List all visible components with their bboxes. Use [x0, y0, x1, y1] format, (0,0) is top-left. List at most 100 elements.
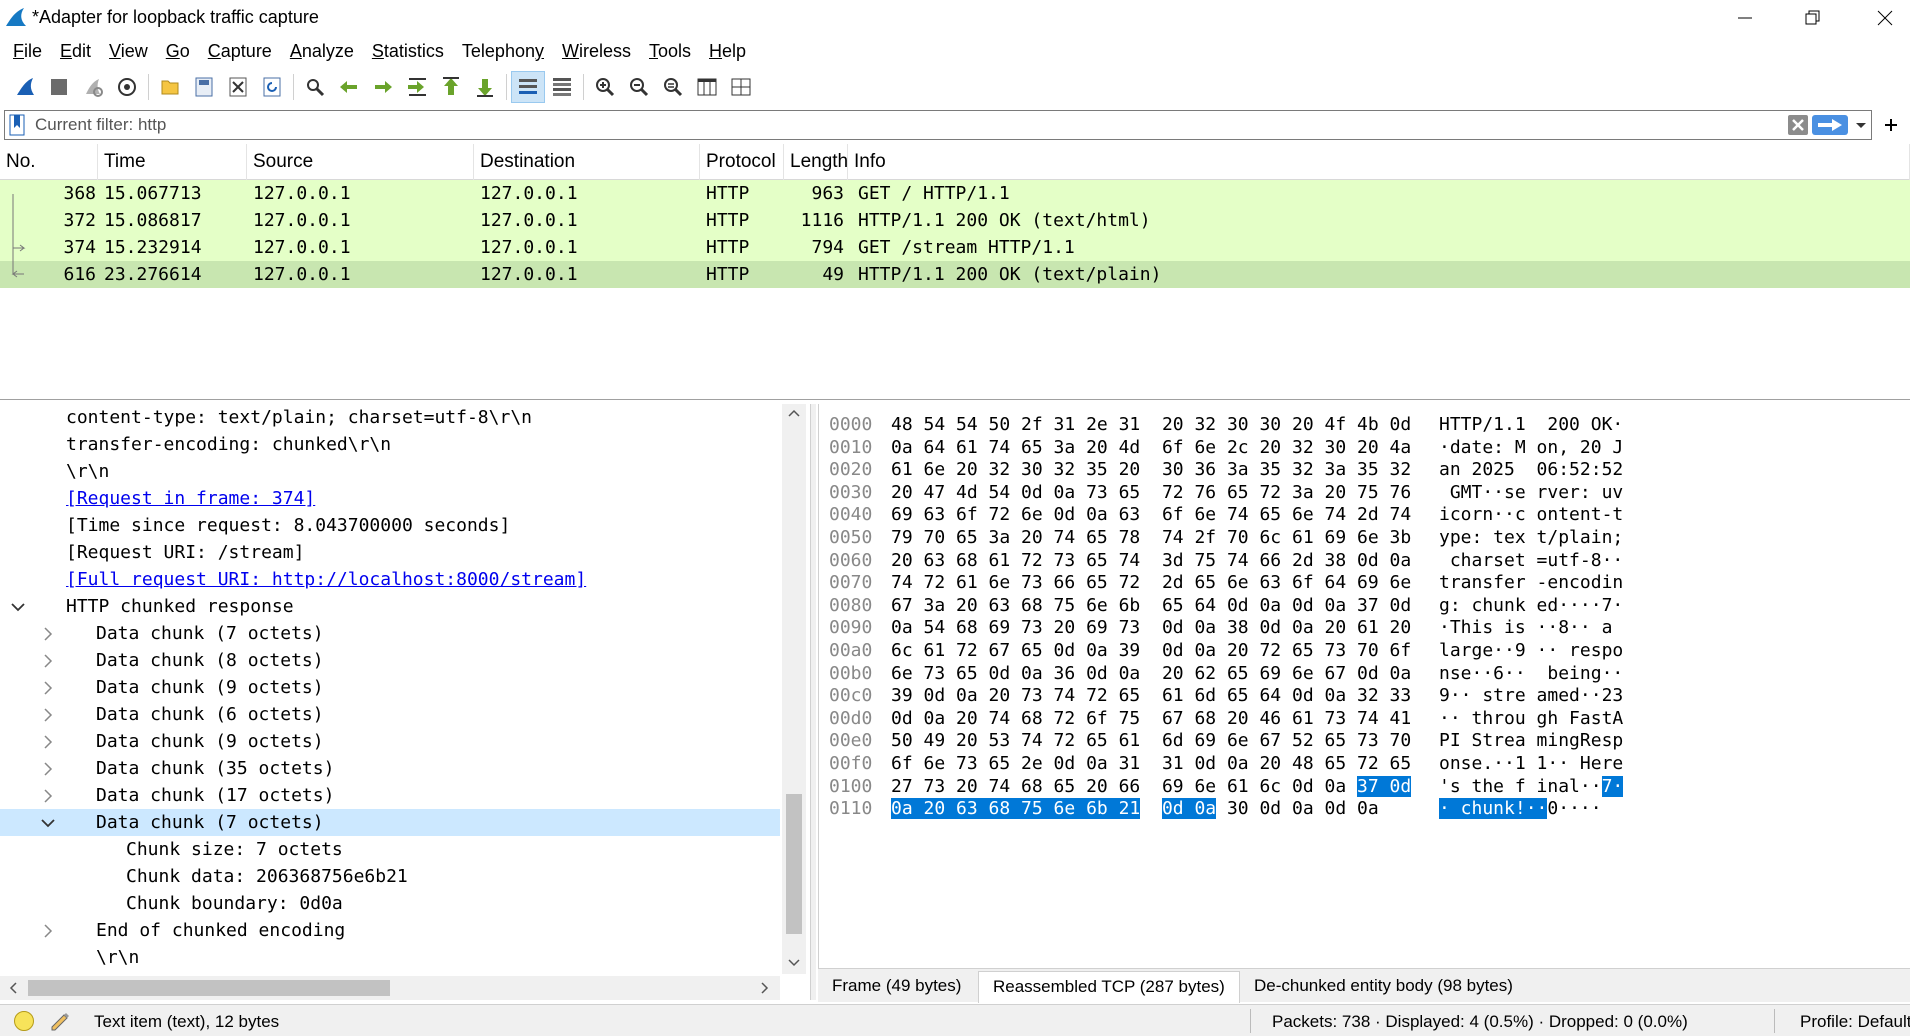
- menu-tools[interactable]: Tools: [640, 37, 700, 65]
- find-packet-button[interactable]: [298, 71, 332, 103]
- menu-go[interactable]: Go: [157, 37, 199, 65]
- tree-node[interactable]: Data chunk (35 octets): [0, 755, 780, 782]
- capture-options-button[interactable]: [110, 71, 144, 103]
- colorize-button[interactable]: [545, 71, 579, 103]
- packet-row[interactable]: 374 15.232914 127.0.0.1 127.0.0.1 HTTP 794 GET…: [0, 234, 1910, 261]
- menu-view[interactable]: View: [100, 37, 157, 65]
- column-header[interactable]: Length: [784, 144, 848, 180]
- go-forward-button[interactable]: [366, 71, 400, 103]
- save-file-button[interactable]: [187, 71, 221, 103]
- tree-node[interactable]: Data chunk (9 octets): [0, 728, 780, 755]
- byte-row[interactable]: 0110 0a 20 63 68 75 6e 6b 21 0d 0a 30 0d …: [819, 798, 1899, 820]
- resize-columns-button[interactable]: [690, 71, 724, 103]
- restore-button[interactable]: [1778, 0, 1848, 36]
- byte-row[interactable]: 0070 74 72 61 6e 73 66 65 72 2d 65 6e 63 …: [819, 572, 1899, 594]
- bookmark-icon[interactable]: [8, 114, 26, 136]
- chevron-right-icon[interactable]: [40, 755, 56, 782]
- display-filter-input[interactable]: [35, 111, 1765, 139]
- reload-file-button[interactable]: [255, 71, 289, 103]
- column-header[interactable]: Destination: [474, 144, 700, 180]
- zoom-in-button[interactable]: [588, 71, 622, 103]
- tree-node[interactable]: Data chunk (8 octets): [0, 647, 780, 674]
- menu-analyze[interactable]: Analyze: [281, 37, 363, 65]
- tree-node[interactable]: HTTP chunked response: [0, 593, 780, 620]
- chevron-right-icon[interactable]: [40, 620, 56, 647]
- tree-field[interactable]: Chunk boundary: 0d0a: [0, 890, 780, 917]
- byte-row[interactable]: 0010 0a 64 61 74 65 3a 20 4d 6f 6e 2c 20 …: [819, 437, 1899, 459]
- tree-node[interactable]: Data chunk (6 octets): [0, 701, 780, 728]
- menu-help[interactable]: Help: [700, 37, 755, 65]
- byte-row[interactable]: 00e0 50 49 20 53 74 72 65 61 6d 69 6e 67 …: [819, 730, 1899, 752]
- zoom-out-button[interactable]: [622, 71, 656, 103]
- stop-capture-button[interactable]: [42, 71, 76, 103]
- bytes-tab[interactable]: Frame (49 bytes): [818, 971, 975, 1003]
- bytes-tab[interactable]: De-chunked entity body (98 bytes): [1240, 971, 1527, 1003]
- tree-field[interactable]: [Full request URI: http://localhost:8000…: [0, 566, 780, 593]
- start-capture-button[interactable]: [8, 71, 42, 103]
- byte-row[interactable]: 0080 67 3a 20 63 68 75 6e 6b 65 64 0d 0a …: [819, 595, 1899, 617]
- chevron-right-icon[interactable]: [40, 917, 56, 944]
- column-header[interactable]: No.: [0, 144, 98, 180]
- clear-filter-icon[interactable]: [1788, 115, 1808, 135]
- byte-row[interactable]: 0100 27 73 20 74 68 65 20 66 69 6e 61 6c …: [819, 775, 1899, 798]
- byte-row[interactable]: 0060 20 63 68 61 72 73 65 74 3d 75 74 66 …: [819, 550, 1899, 572]
- apply-filter-icon[interactable]: [1812, 115, 1848, 135]
- tree-field[interactable]: [Time since request: 8.043700000 seconds…: [0, 512, 780, 539]
- close-file-button[interactable]: [221, 71, 255, 103]
- column-header[interactable]: Time: [98, 144, 247, 180]
- column-header[interactable]: Protocol: [700, 144, 784, 180]
- go-to-packet-button[interactable]: [400, 71, 434, 103]
- chevron-down-icon[interactable]: [788, 958, 800, 968]
- byte-row[interactable]: 00f0 6f 6e 73 65 2e 0d 0a 31 31 0d 0a 20 …: [819, 753, 1899, 775]
- tree-field[interactable]: \r\n: [0, 458, 780, 485]
- bytes-tab[interactable]: Reassembled TCP (287 bytes): [978, 971, 1240, 1003]
- chevron-right-icon[interactable]: [760, 982, 770, 994]
- byte-row[interactable]: 0030 20 47 4d 54 0d 0a 73 65 72 76 65 72 …: [819, 482, 1899, 504]
- tree-link[interactable]: [Request in frame: 374]: [66, 485, 315, 512]
- menu-edit[interactable]: Edit: [51, 37, 100, 65]
- details-horizontal-scrollbar[interactable]: [0, 976, 780, 1000]
- chevron-right-icon[interactable]: [40, 674, 56, 701]
- chevron-right-icon[interactable]: [40, 782, 56, 809]
- byte-row[interactable]: 00a0 6c 61 72 67 65 0d 0a 39 0d 0a 20 72 …: [819, 640, 1899, 662]
- tree-link[interactable]: [Full request URI: http://localhost:8000…: [66, 566, 586, 593]
- tree-field[interactable]: \r\n: [0, 944, 780, 971]
- tree-field[interactable]: content-type: text/plain; charset=utf-8\…: [0, 404, 780, 431]
- menu-wireless[interactable]: Wireless: [553, 37, 640, 65]
- layout-button[interactable]: [724, 71, 758, 103]
- chevron-left-icon[interactable]: [8, 982, 18, 994]
- byte-row[interactable]: 00c0 39 0d 0a 20 73 74 72 65 61 6d 65 64 …: [819, 685, 1899, 707]
- profile-label[interactable]: Profile: Default: [1800, 1012, 1910, 1032]
- scrollbar-thumb[interactable]: [28, 980, 390, 996]
- go-last-packet-button[interactable]: [468, 71, 502, 103]
- chevron-up-icon[interactable]: [788, 408, 800, 418]
- byte-row[interactable]: 0020 61 6e 20 32 30 32 35 20 30 36 3a 35 …: [819, 459, 1899, 481]
- column-header[interactable]: Source: [247, 144, 474, 180]
- go-back-button[interactable]: [332, 71, 366, 103]
- chevron-right-icon[interactable]: [40, 728, 56, 755]
- chevron-right-icon[interactable]: [40, 701, 56, 728]
- byte-row[interactable]: 00d0 0d 0a 20 74 68 72 6f 75 67 68 20 46 …: [819, 708, 1899, 730]
- packet-row[interactable]: 368 15.067713 127.0.0.1 127.0.0.1 HTTP 963 GET…: [0, 180, 1910, 207]
- pane-splitter[interactable]: [810, 404, 816, 1000]
- go-first-packet-button[interactable]: [434, 71, 468, 103]
- add-filter-button[interactable]: [1876, 110, 1906, 140]
- menu-statistics[interactable]: Statistics: [363, 37, 453, 65]
- open-file-button[interactable]: [153, 71, 187, 103]
- tree-field[interactable]: transfer-encoding: chunked\r\n: [0, 431, 780, 458]
- close-button[interactable]: [1850, 0, 1910, 36]
- chevron-down-icon[interactable]: [40, 809, 56, 836]
- packet-row[interactable]: 372 15.086817 127.0.0.1 127.0.0.1 HTTP 1116 HT…: [0, 207, 1910, 234]
- tree-field[interactable]: Chunk size: 7 octets: [0, 836, 780, 863]
- menu-file[interactable]: File: [4, 37, 51, 65]
- tree-field[interactable]: [Request URI: /stream]: [0, 539, 780, 566]
- chevron-down-icon[interactable]: [10, 593, 26, 620]
- byte-row[interactable]: 0040 69 63 6f 72 6e 0d 0a 63 6f 6e 74 65 …: [819, 504, 1899, 526]
- zoom-normal-button[interactable]: [656, 71, 690, 103]
- menu-capture[interactable]: Capture: [199, 37, 281, 65]
- scrollbar-thumb[interactable]: [786, 794, 802, 934]
- details-vertical-scrollbar[interactable]: [782, 404, 806, 974]
- tree-node[interactable]: End of chunked encoding: [0, 917, 780, 944]
- byte-row[interactable]: 00b0 6e 73 65 0d 0a 36 0d 0a 20 62 65 69 …: [819, 663, 1899, 685]
- autoscroll-button[interactable]: [511, 71, 545, 103]
